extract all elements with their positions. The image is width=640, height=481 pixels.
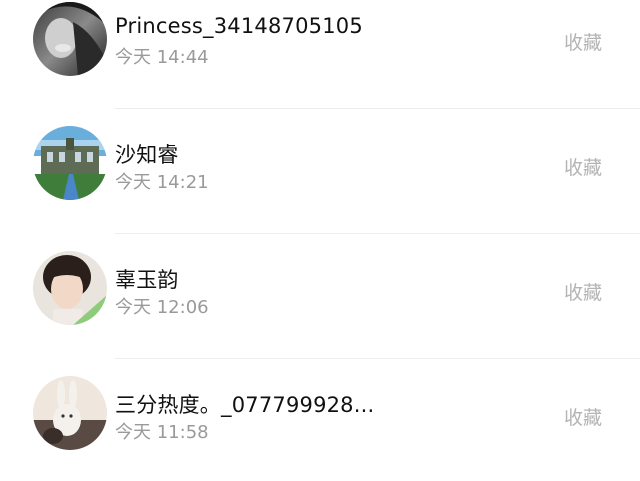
list-item[interactable]: 辜玉韵 今天 12:06 收藏 [0, 250, 640, 375]
list-item[interactable]: 三分热度。_077799928... 今天 11:58 收藏 [0, 375, 640, 481]
castle-landscape-avatar[interactable] [33, 126, 107, 200]
timestamp: 今天 12:06 [115, 297, 209, 318]
list-item[interactable]: 沙知睿 今天 14:21 收藏 [0, 125, 640, 250]
divider [115, 358, 640, 359]
divider [115, 233, 640, 234]
girl-portrait-avatar[interactable] [33, 251, 107, 325]
list-item[interactable]: Princess_34148705105 今天 14:44 收藏 [0, 0, 640, 125]
favorite-button[interactable]: 收藏 [564, 153, 602, 180]
contact-name: Princess_34148705105 [115, 14, 363, 38]
divider [115, 108, 640, 109]
contact-name: 三分热度。_077799928... [115, 393, 375, 417]
timestamp: 今天 11:58 [115, 422, 209, 443]
contact-list: Princess_34148705105 今天 14:44 收藏 沙知睿 今天 … [0, 0, 640, 481]
rabbit-photo-avatar[interactable] [33, 376, 107, 450]
timestamp: 今天 14:44 [115, 47, 209, 68]
favorite-button[interactable]: 收藏 [564, 403, 602, 430]
contact-name: 辜玉韵 [115, 268, 179, 292]
contact-name: 沙知睿 [115, 143, 179, 167]
favorite-button[interactable]: 收藏 [564, 278, 602, 305]
timestamp: 今天 14:21 [115, 172, 209, 193]
favorite-button[interactable]: 收藏 [564, 28, 602, 55]
grayscale-portrait-avatar[interactable] [33, 2, 107, 76]
